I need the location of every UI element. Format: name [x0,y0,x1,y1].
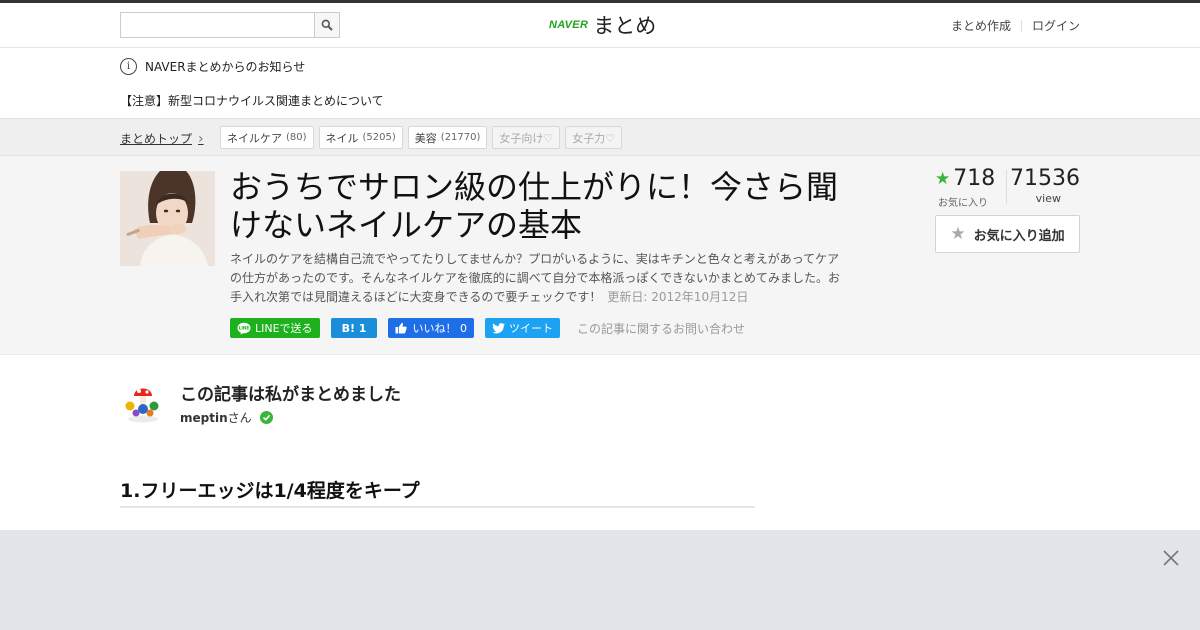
add-favorite-label: お気に入り追加 [973,228,1065,244]
tag-label: ネイルケア [227,131,282,145]
view-label: view [1035,192,1061,205]
article-header: おうちでサロン級の仕上がりに！今さら聞けないネイルケアの基本 ネイルのケアを結構… [0,156,1200,355]
breadcrumb[interactable]: まとめトップ › [120,130,204,147]
divider [1020,19,1022,32]
logo[interactable]: NAVER まとめ [549,11,656,39]
article-description: ネイルのケアを結構自己流でやってたりしてませんか？プロがいるように、実はキチンと… [230,250,850,307]
notice-heading-text: NAVERまとめからのお知らせ [145,60,306,74]
twitter-bird-icon [491,322,505,334]
notice-link[interactable]: 【注意】新型コロナウイルス関連まとめについて [120,92,384,109]
section-heading: 1.フリーエッジは1/4程度をキープ [120,476,755,508]
updated-date: 更新日: 2012年10月12日 [607,290,749,304]
inquiry-link[interactable]: この記事に関するお問い合わせ [577,320,745,337]
ad-banner [0,530,1200,630]
search-button[interactable] [314,13,339,37]
line-share-button[interactable]: LINE LINEで送る [230,318,320,338]
tag-list: ネイルケア (80) ネイル (5205) 美容 (21770) 女子向け♡ 女… [220,126,627,149]
tag-item[interactable]: 女子力♡ [565,126,623,149]
tag-item[interactable]: 美容 (21770) [407,126,488,149]
thumbnail-image [120,171,215,266]
author-username[interactable]: meptin [180,411,228,425]
add-favorite-button[interactable]: ★ お気に入り追加 [935,215,1080,253]
article-thumbnail[interactable] [120,171,215,266]
tag-bar: まとめトップ › ネイルケア (80) ネイル (5205) 美容 (21770… [0,118,1200,156]
search-input[interactable] [121,13,315,37]
tag-count: (5205) [362,132,396,143]
star-outline-icon: ★ [950,224,966,244]
svg-text:LINE: LINE [239,325,250,330]
header-links: まとめ作成 ログイン [951,17,1080,34]
description-text: ネイルのケアを結構自己流でやってたりしてませんか？プロがいるように、実はキチンと… [230,252,840,304]
favorite-count: ★ 718 [935,166,995,191]
stats-divider [1006,170,1007,204]
notice-area: i NAVERまとめからのお知らせ 【注意】新型コロナウイルス関連まとめについて [0,49,1200,118]
avatar[interactable] [120,380,165,425]
author-name[interactable]: meptin さん [180,409,273,426]
close-icon[interactable] [1160,547,1182,569]
author-heading: この記事は私がまとめました [180,385,401,405]
tag-label: ネイル [325,131,359,145]
tag-label: 女子向け♡ [499,131,554,145]
facebook-like-button[interactable]: いいね！ 0 [388,318,474,338]
tag-count: (80) [286,132,307,143]
info-icon: i [120,58,137,75]
hatena-label: B! 1 [341,321,367,335]
twitter-tweet-button[interactable]: ツイート [484,318,560,338]
mushroom-avatar-icon [125,388,159,423]
notice-heading: i NAVERまとめからのお知らせ [120,58,305,75]
create-matome-link[interactable]: まとめ作成 [951,17,1011,34]
favorite-number: 718 [953,166,996,191]
article-title: おうちでサロン級の仕上がりに！今さら聞けないネイルケアの基本 [230,168,839,244]
login-link[interactable]: ログイン [1032,17,1080,34]
search-icon [321,19,333,31]
tag-label: 美容 [414,131,437,145]
facebook-like-label: いいね！ 0 [412,322,467,335]
article-stats: ★ 718 お気に入り 71536 view [935,166,1080,209]
chevron-right-icon: › [198,130,204,147]
star-icon: ★ [935,168,951,189]
author-suffix: さん [227,411,252,425]
logo-brand: NAVER [549,19,589,31]
tweet-label: ツイート [508,322,553,335]
search-box [120,12,340,38]
tag-count: (21770) [440,132,481,143]
verified-check-icon [259,411,273,424]
header: NAVER まとめ まとめ作成 ログイン [0,3,1200,48]
favorite-label: お気に入り [938,198,988,209]
line-share-label: LINEで送る [255,322,313,335]
tag-label: 女子力♡ [572,131,616,145]
share-row: LINE LINEで送る B! 1 いいね！ 0 ツイート この記事に関するお問… [230,318,745,338]
hatena-bookmark-button[interactable]: B! 1 [330,318,378,338]
tag-item[interactable]: ネイルケア (80) [220,126,314,149]
thumbs-up-icon [395,322,408,334]
breadcrumb-top[interactable]: まとめトップ [120,130,192,147]
view-count: 71536 [1010,166,1080,191]
line-icon: LINE [237,322,251,335]
logo-product: まとめ [593,14,657,38]
tag-item[interactable]: ネイル (5205) [318,126,403,149]
tag-item[interactable]: 女子向け♡ [492,126,561,149]
